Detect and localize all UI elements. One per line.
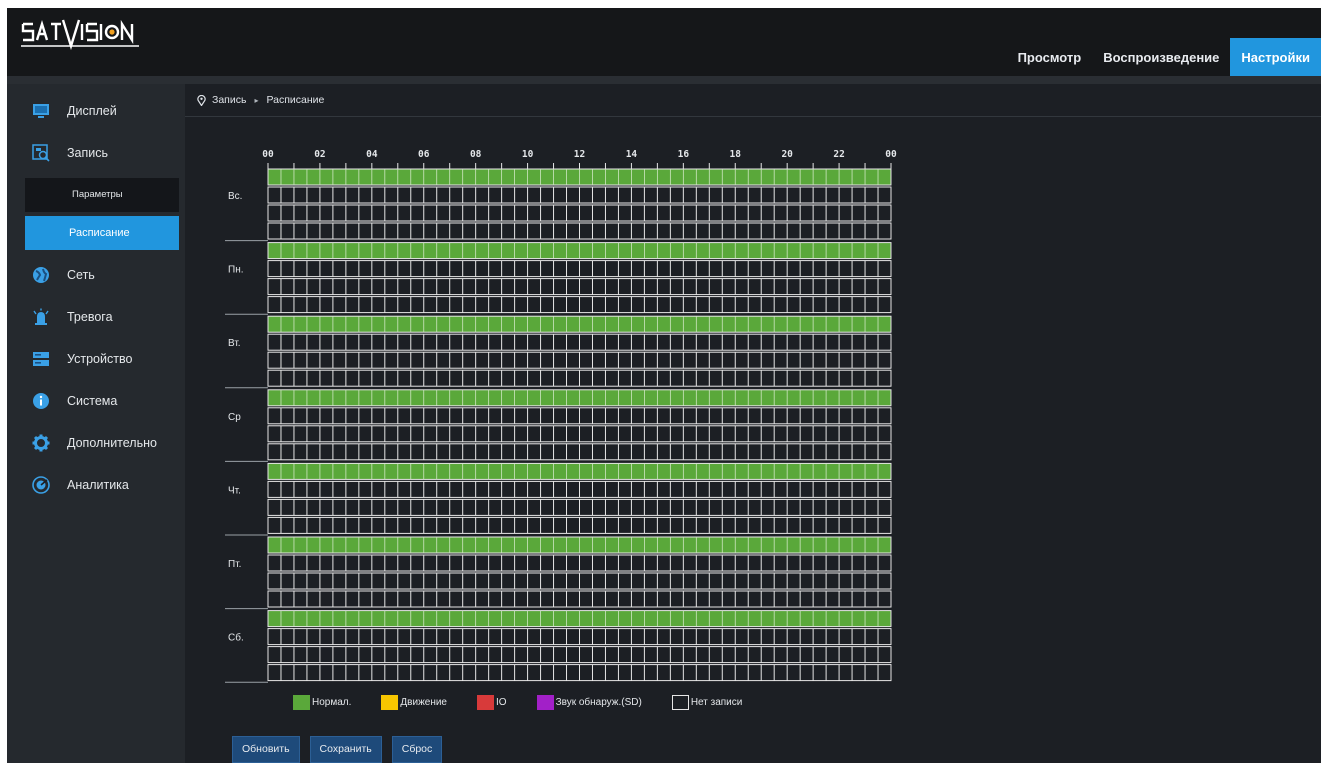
legend-no-record[interactable]: Нет записи <box>671 695 743 710</box>
hour-label: 00 <box>262 149 274 160</box>
sidebar-subitem-parameters[interactable]: Параметры <box>25 178 179 212</box>
gear-icon <box>32 434 50 452</box>
legend-normal[interactable]: Нормал. <box>293 695 351 710</box>
nav-settings[interactable]: Настройки <box>1230 38 1321 76</box>
hour-label: 22 <box>833 149 844 160</box>
info-icon <box>32 392 50 410</box>
legend-io[interactable]: IO <box>477 695 507 710</box>
sidebar-item-alarm[interactable]: Тревога <box>7 296 185 338</box>
record-icon <box>32 144 50 162</box>
sidebar-subitem-schedule[interactable]: Расписание <box>25 216 179 250</box>
top-bar: Просмотр Воспроизведение Настройки <box>7 8 1321 76</box>
legend-label: Нет записи <box>690 697 743 708</box>
globe-icon <box>32 266 50 284</box>
legend-motion[interactable]: Движение <box>381 695 447 710</box>
legend-label: Нормал. <box>312 697 352 708</box>
reset-button[interactable]: Сброс <box>391 736 443 763</box>
main-panel: Запись ▸ Расписание 00 02 04 06 08 10 12 14 16 18… <box>185 84 1321 763</box>
top-navigation: Просмотр Воспроизведение Настройки <box>1007 38 1321 76</box>
sidebar-item-label: Тревога <box>67 310 113 324</box>
app-window: Просмотр Воспроизведение Настройки Диспл… <box>7 8 1321 763</box>
legend-sound-detect[interactable]: Звук обнаруж.(SD) <box>536 695 642 710</box>
sidebar-item-advanced[interactable]: Дополнительно <box>7 422 185 464</box>
alarm-icon <box>32 308 50 326</box>
analytics-icon <box>32 476 50 494</box>
sidebar-item-label: Дополнительно <box>67 436 157 450</box>
sidebar-item-label: Запись <box>67 146 109 160</box>
schedule-grid[interactable]: 00 02 04 06 08 10 12 14 16 18 20 22 00 Вс. Пн. Вт. Ср Чт.… <box>185 84 945 684</box>
hour-label: 08 <box>470 149 482 160</box>
hour-label: 18 <box>730 149 742 160</box>
save-button[interactable]: Сохранить <box>309 736 382 763</box>
refresh-button[interactable]: Обновить <box>232 736 300 763</box>
hour-label: 14 <box>626 149 638 160</box>
legend-swatch <box>671 695 689 710</box>
hour-label: 02 <box>314 149 325 160</box>
legend-label: Движение <box>400 697 447 708</box>
top-bar-divider <box>7 76 1321 84</box>
hour-label: 06 <box>418 149 430 160</box>
hour-label: 04 <box>366 149 378 160</box>
day-label: Ср <box>228 412 241 423</box>
sidebar-item-label: Устройство <box>67 352 133 366</box>
day-label: Вс. <box>228 191 242 202</box>
hour-label: 16 <box>678 149 690 160</box>
hour-label: 20 <box>781 149 793 160</box>
satvision-logo <box>21 19 139 51</box>
legend-swatch <box>477 695 494 710</box>
legend-swatch <box>381 695 399 710</box>
day-label: Вт. <box>228 338 241 349</box>
day-label: Чт. <box>228 485 241 496</box>
hour-label: 00 <box>885 149 897 160</box>
legend-swatch <box>293 695 310 710</box>
hour-label: 10 <box>522 149 534 160</box>
action-buttons: Обновить Сохранить Сброс <box>232 736 452 763</box>
legend-label: IO <box>496 697 507 708</box>
nav-preview[interactable]: Просмотр <box>1007 38 1093 76</box>
legend-swatch <box>536 695 554 710</box>
sidebar-item-label: Дисплей <box>67 104 117 118</box>
sidebar: Дисплей Запись Параметры Расписание Сеть… <box>7 84 185 763</box>
sidebar-item-analytics[interactable]: Аналитика <box>7 464 185 506</box>
legend: Нормал. Движение IO Звук обнаруж.(SD) Не… <box>293 695 772 710</box>
day-label: Сб. <box>228 632 244 644</box>
nav-playback[interactable]: Воспроизведение <box>1092 38 1230 76</box>
legend-label: Звук обнаруж.(SD) <box>555 697 642 708</box>
sidebar-item-label: Аналитика <box>67 478 129 492</box>
sidebar-item-network[interactable]: Сеть <box>7 254 185 296</box>
sidebar-item-display[interactable]: Дисплей <box>7 90 185 132</box>
hour-label: 12 <box>574 149 585 160</box>
sidebar-item-record[interactable]: Запись <box>7 132 185 174</box>
sidebar-item-system[interactable]: Система <box>7 380 185 422</box>
day-label: Пт. <box>228 559 241 570</box>
device-icon <box>32 350 50 368</box>
monitor-icon <box>32 102 50 120</box>
sidebar-item-label: Система <box>67 394 118 408</box>
sidebar-item-device[interactable]: Устройство <box>7 338 185 380</box>
day-label: Пн. <box>228 265 244 276</box>
sidebar-item-label: Сеть <box>67 268 95 282</box>
